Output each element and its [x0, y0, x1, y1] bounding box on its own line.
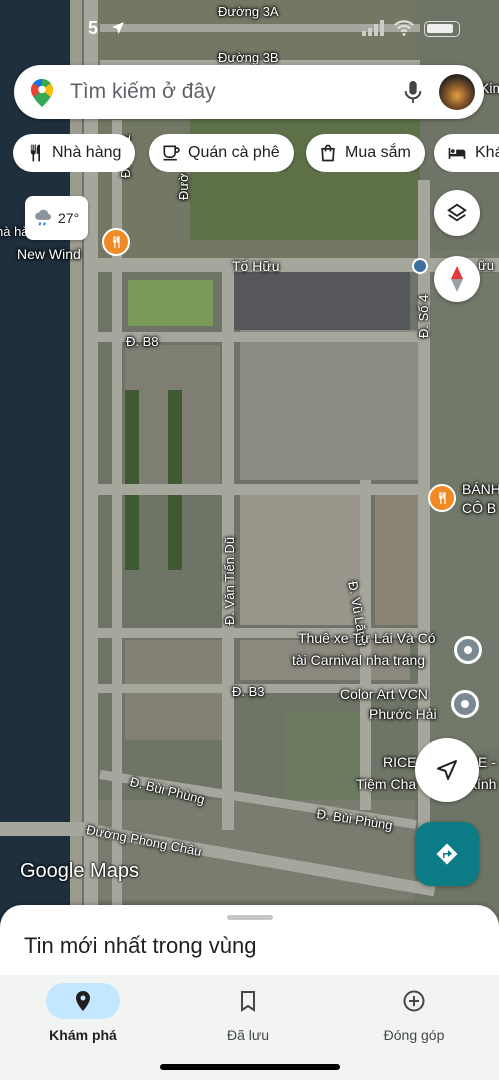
nav-saved[interactable]: Đã lưu	[178, 979, 318, 1049]
search-input[interactable]: Tìm kiếm ở đây	[70, 80, 216, 104]
street-label: Đ. B3	[232, 684, 265, 699]
temperature: 27°	[58, 210, 80, 226]
chip-cafes[interactable]: Quán cà phê	[149, 134, 294, 172]
compass-icon	[451, 266, 463, 292]
microphone-icon[interactable]	[402, 79, 424, 110]
sheet-title: Tin mới nhất trong vùng	[24, 933, 257, 958]
street-label: Đường 3B	[218, 50, 279, 65]
status-time: 5	[88, 18, 99, 38]
place-label[interactable]: Color Art VCN	[340, 686, 428, 702]
chip-label: Mua sắm	[345, 144, 411, 161]
nav-explore[interactable]: Khám phá	[13, 979, 153, 1049]
street-label: Tố Hữu	[232, 258, 280, 274]
rain-cloud-icon	[35, 209, 51, 226]
weather-badge[interactable]: 27°	[25, 196, 88, 240]
place-label[interactable]: Thuê xe Tự Lái Và Có	[298, 630, 436, 646]
chip-label: Nhà hàng	[52, 144, 122, 161]
lagoon-water	[0, 280, 76, 840]
plaza-park	[285, 712, 365, 802]
layers-icon	[447, 203, 467, 222]
park-area	[190, 110, 420, 240]
street-label: Đ. B8	[126, 334, 159, 349]
directions-button[interactable]	[415, 822, 479, 886]
nav-label: Khám phá	[49, 1027, 117, 1043]
nav-label: Đã lưu	[226, 1027, 270, 1043]
bottom-sheet[interactable]: Tin mới nhất trong vùng	[0, 905, 499, 985]
signal-icon	[362, 20, 386, 41]
tree-strip	[125, 390, 139, 570]
compass-button[interactable]	[434, 256, 480, 302]
directions-icon	[436, 843, 458, 865]
chip-restaurants[interactable]: Nhà hàng	[13, 134, 136, 172]
place-label[interactable]: New Wind	[17, 246, 81, 262]
tree-strip	[168, 390, 182, 570]
chip-label: Quán cà phê	[188, 144, 280, 161]
place-label[interactable]: RICE	[383, 754, 416, 770]
category-chips: Nhà hàng Quán cà phê Mua sắm Khá	[13, 134, 499, 172]
nav-contribute[interactable]: Đóng góp	[344, 979, 484, 1049]
home-indicator[interactable]	[160, 1064, 340, 1070]
bus-stop-icon[interactable]	[412, 258, 428, 274]
coffee-icon	[163, 145, 180, 161]
urban-block	[240, 330, 420, 480]
add-circle-icon	[403, 990, 425, 1012]
shopping-bag-icon	[321, 144, 335, 162]
google-maps-pin-icon	[31, 79, 53, 112]
google-maps-logo: Google Maps	[20, 860, 139, 882]
place-pin-icon[interactable]	[454, 636, 482, 664]
place-label[interactable]: Phước Hải	[369, 706, 437, 722]
road-horizontal	[90, 484, 430, 495]
chip-label: Khá	[475, 144, 499, 161]
place-label[interactable]: CÔ B	[462, 500, 496, 516]
my-location-button[interactable]	[415, 738, 479, 802]
chip-hotels[interactable]: Khá	[434, 134, 499, 172]
drag-handle[interactable]	[227, 915, 273, 920]
street-label: Đ. Văn Tiến Dũ	[222, 536, 237, 625]
place-pin-icon[interactable]	[451, 690, 479, 718]
urban-block	[240, 495, 360, 625]
place-label[interactable]: Tiệm Cha	[356, 776, 416, 792]
chip-shopping[interactable]: Mua sắm	[306, 134, 425, 172]
battery-icon	[424, 21, 460, 37]
sports-field	[128, 280, 213, 326]
place-label[interactable]: BÁNH	[462, 481, 499, 497]
bookmark-icon	[241, 991, 255, 1012]
street-label: Đườ	[176, 173, 191, 200]
bridge	[0, 822, 90, 836]
account-avatar[interactable]	[439, 74, 475, 110]
place-label[interactable]: tài Carnival nha trang	[292, 652, 425, 668]
fork-knife-icon	[30, 144, 40, 162]
place-label[interactable]: E -	[478, 754, 496, 770]
search-bar[interactable]: Tìm kiếm ở đây	[14, 65, 484, 119]
layers-button[interactable]	[434, 190, 480, 236]
bed-icon	[448, 148, 466, 159]
nav-label: Đóng góp	[383, 1027, 445, 1043]
restaurant-pin-icon[interactable]	[428, 484, 456, 512]
urban-block	[230, 270, 410, 330]
status-bar: 5	[0, 14, 499, 44]
street-label: ữu	[478, 258, 494, 273]
navigation-arrow-icon	[437, 760, 457, 780]
location-arrow-icon	[110, 20, 126, 41]
location-pin-icon	[76, 991, 90, 1011]
street-label: Đ. Số 4	[416, 294, 431, 338]
wifi-icon	[393, 19, 415, 42]
restaurant-pin-icon[interactable]	[102, 228, 130, 256]
